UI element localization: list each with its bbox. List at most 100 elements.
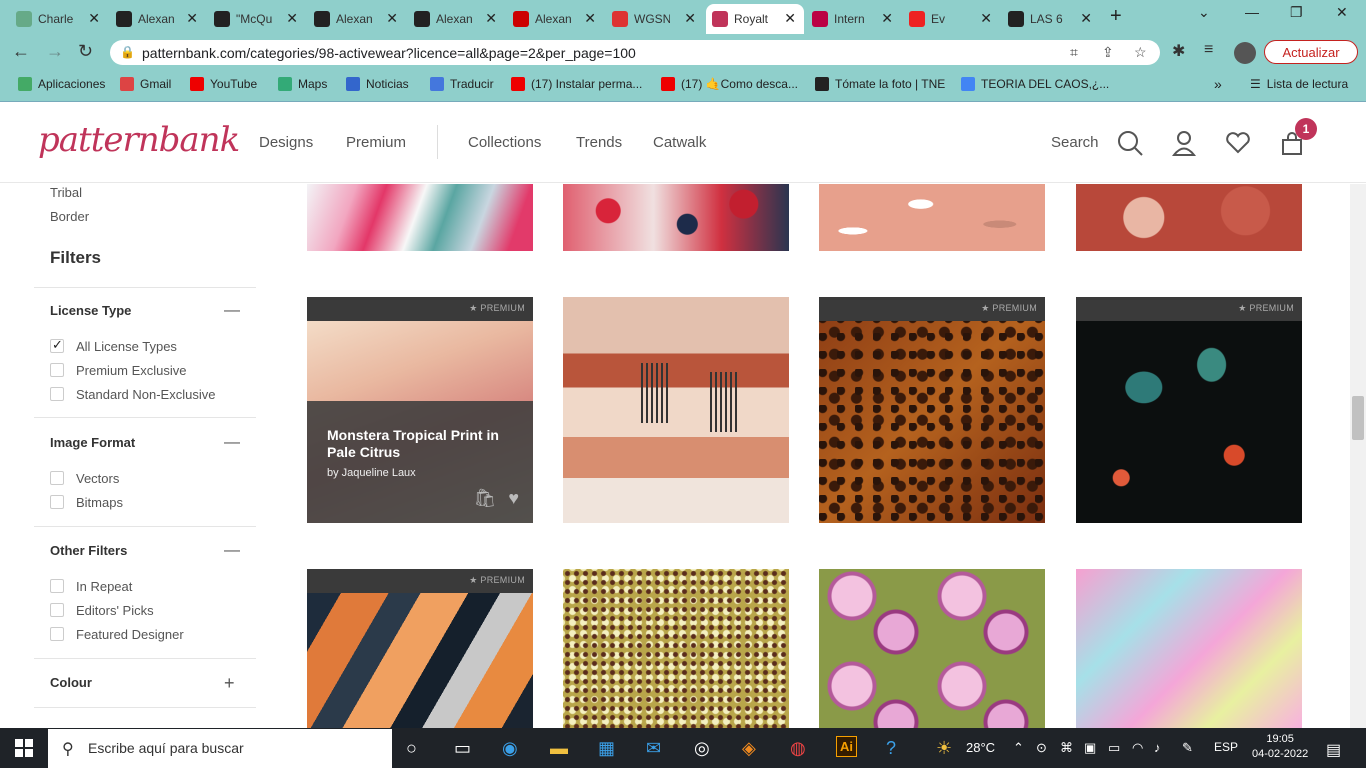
search-icon[interactable]: [1117, 130, 1143, 156]
volume-icon[interactable]: ♪: [1154, 740, 1161, 755]
illustrator-icon[interactable]: Ai: [836, 736, 857, 757]
bookmark-item[interactable]: YouTube: [190, 77, 257, 91]
nav-catwalk[interactable]: Catwalk: [653, 134, 706, 151]
design-tile[interactable]: [1076, 184, 1302, 251]
wifi-icon[interactable]: ◠: [1132, 740, 1143, 756]
bookmark-item[interactable]: Tómate la foto | TNE: [815, 77, 945, 91]
design-tile[interactable]: ★ PREMIUM: [307, 569, 533, 728]
checkbox-standard-non-exclusive[interactable]: [50, 387, 64, 401]
filter-group-other-filters[interactable]: Other Filters: [50, 543, 127, 558]
bookmark-item[interactable]: (17) Instalar perma...: [511, 77, 642, 91]
file-explorer-icon[interactable]: ▬: [550, 738, 568, 759]
new-tab-button[interactable]: +: [1110, 5, 1122, 28]
close-tab-icon[interactable]: ✕: [88, 10, 100, 27]
patternbank-logo[interactable]: patternbank: [38, 120, 240, 160]
option-editors-picks[interactable]: Editors' Picks: [76, 603, 154, 618]
option-premium-exclusive[interactable]: Premium Exclusive: [76, 363, 187, 378]
store-icon[interactable]: ▦: [598, 738, 615, 759]
share-icon[interactable]: ⇪: [1102, 44, 1114, 61]
browser-tab[interactable]: Alexan ✕: [110, 4, 206, 34]
collapse-image-format-icon[interactable]: —: [224, 434, 240, 452]
close-tab-icon[interactable]: ✕: [881, 10, 893, 27]
checkbox-bitmaps[interactable]: [50, 495, 64, 509]
bookmark-star-icon[interactable]: ☆: [1134, 44, 1147, 61]
lock-icon[interactable]: 🔒: [120, 45, 135, 59]
media-control-icon[interactable]: ≡: [1204, 41, 1213, 59]
design-tile[interactable]: ★ PREMIUM: [819, 297, 1045, 523]
expand-colour-icon[interactable]: +: [224, 673, 235, 694]
tray-icon[interactable]: ▣: [1084, 740, 1096, 756]
checkbox-all-license-types[interactable]: [50, 337, 64, 353]
checkbox-featured-designer[interactable]: [50, 627, 64, 641]
filter-group-license-type[interactable]: License Type: [50, 303, 131, 318]
checkbox-editors-picks[interactable]: [50, 603, 64, 617]
nav-premium[interactable]: Premium: [346, 134, 406, 151]
category-border[interactable]: Border: [50, 209, 89, 224]
collapse-license-type-icon[interactable]: —: [224, 302, 240, 320]
bookmark-item[interactable]: TEORIA DEL CAOS,¿...: [961, 77, 1109, 91]
checkbox-vectors[interactable]: [50, 471, 64, 485]
minimize-button[interactable]: —: [1245, 4, 1259, 20]
maximize-button[interactable]: ❐: [1290, 4, 1303, 21]
more-bookmarks-icon[interactable]: »: [1214, 76, 1222, 92]
forward-arrow-icon[interactable]: →: [46, 41, 64, 62]
translate-icon[interactable]: ⌗: [1070, 44, 1078, 61]
bookmark-item[interactable]: Noticias: [346, 77, 409, 91]
design-tile[interactable]: [563, 184, 789, 251]
update-button[interactable]: Actualizar: [1264, 40, 1358, 64]
browser-tab[interactable]: "McQu ✕: [208, 4, 306, 34]
close-tab-icon[interactable]: ✕: [286, 10, 298, 27]
nav-trends[interactable]: Trends: [576, 134, 622, 151]
close-tab-icon[interactable]: ✕: [584, 10, 596, 27]
option-vectors[interactable]: Vectors: [76, 471, 119, 486]
task-view-icon[interactable]: ▭: [454, 738, 471, 759]
tray-icon[interactable]: ⊙: [1036, 740, 1047, 756]
clock[interactable]: 19:05 04-02-2022: [1252, 732, 1308, 762]
weather-temp[interactable]: 28°C: [966, 740, 995, 755]
close-tab-icon[interactable]: ✕: [386, 10, 398, 27]
close-window-button[interactable]: ✕: [1336, 4, 1348, 21]
browser-tab[interactable]: Alexan ✕: [308, 4, 406, 34]
language-indicator[interactable]: ESP: [1214, 740, 1238, 754]
bookmark-item[interactable]: (17) 🤙Como desca...: [661, 77, 798, 91]
tray-icon[interactable]: ⌘: [1060, 740, 1073, 756]
design-tile[interactable]: [563, 569, 789, 728]
tab-search-icon[interactable]: ⌄: [1198, 4, 1210, 21]
option-featured-designer[interactable]: Featured Designer: [76, 627, 184, 642]
close-tab-icon[interactable]: ✕: [1080, 10, 1092, 27]
design-tile[interactable]: [819, 569, 1045, 728]
windows-start-icon[interactable]: [15, 739, 33, 757]
design-tile[interactable]: [1076, 569, 1302, 728]
nav-collections[interactable]: Collections: [468, 134, 541, 151]
bookmark-item[interactable]: Aplicaciones: [18, 77, 105, 91]
scrollbar-thumb[interactable]: [1352, 396, 1364, 440]
mail-icon[interactable]: ✉: [646, 738, 661, 759]
profile-avatar[interactable]: [1234, 42, 1256, 64]
option-in-repeat[interactable]: In Repeat: [76, 579, 132, 594]
design-tile[interactable]: [563, 297, 789, 523]
browser-tab[interactable]: Ev ✕: [903, 4, 1000, 34]
checkbox-in-repeat[interactable]: [50, 579, 64, 593]
close-tab-icon[interactable]: ✕: [485, 10, 497, 27]
weather-icon[interactable]: ☀: [936, 738, 952, 759]
browser-tab[interactable]: Intern ✕: [806, 4, 901, 34]
browser-tab[interactable]: LAS 6 ✕: [1002, 4, 1100, 34]
bookmark-item[interactable]: Maps: [278, 77, 327, 91]
collapse-other-filters-icon[interactable]: —: [224, 542, 240, 560]
battery-icon[interactable]: ▭: [1108, 740, 1120, 756]
design-tile[interactable]: ★ PREMIUM: [1076, 297, 1302, 523]
add-to-cart-bag-icon[interactable]: 🛍: [473, 488, 496, 508]
show-hidden-icons[interactable]: ⌃: [1013, 740, 1024, 756]
browser-tab[interactable]: Alexan ✕: [507, 4, 604, 34]
design-tile[interactable]: [819, 184, 1045, 251]
browser-tab[interactable]: WGSN ✕: [606, 4, 704, 34]
design-author[interactable]: by Jaqueline Laux: [327, 467, 513, 479]
filter-group-colour[interactable]: Colour: [50, 675, 92, 690]
design-hover-overlay[interactable]: Monstera Tropical Print in Pale Citrus b…: [307, 401, 533, 523]
design-tile[interactable]: [307, 184, 533, 251]
filter-group-image-format[interactable]: Image Format: [50, 435, 135, 450]
close-tab-icon[interactable]: ✕: [784, 10, 796, 27]
pen-icon[interactable]: ✎: [1182, 740, 1193, 756]
bookmark-item[interactable]: Gmail: [120, 77, 171, 91]
search-label[interactable]: Search: [1051, 134, 1099, 151]
